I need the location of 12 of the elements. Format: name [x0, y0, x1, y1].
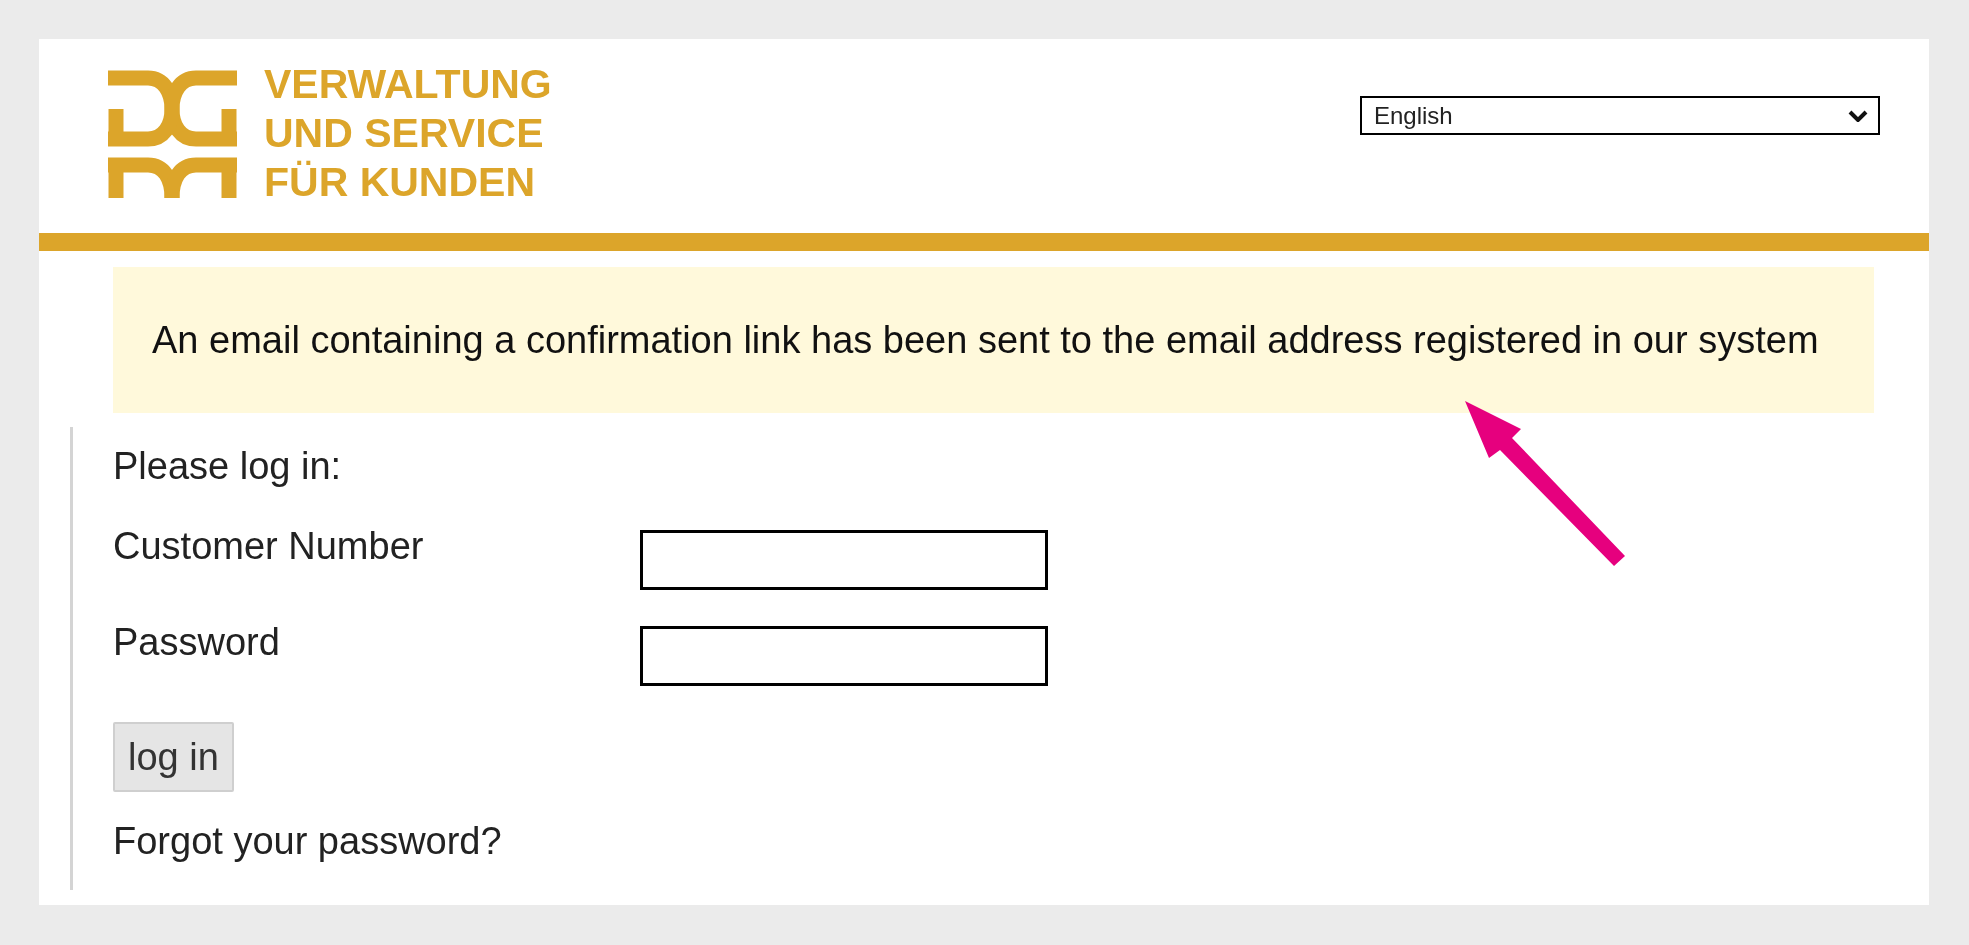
field-label: Customer Number: [113, 524, 425, 569]
field-label: Password: [113, 620, 281, 665]
language-select[interactable]: English: [1360, 96, 1880, 135]
login-button[interactable]: log in: [113, 722, 234, 792]
logo-icon: [108, 69, 237, 198]
input-field[interactable]: [640, 626, 1048, 686]
forgot-password-link[interactable]: Forgot your password?: [113, 818, 502, 864]
input-field[interactable]: [640, 530, 1048, 590]
chevron-down-icon: [1848, 109, 1868, 122]
logo-wordmark: VERWALTUNG UND SERVICE FÜR KUNDEN: [264, 60, 552, 207]
form-heading: Please log in:: [113, 444, 342, 489]
notice-message: An email containing a confirmation link has been sent to the email address registered in our system: [152, 317, 1819, 363]
